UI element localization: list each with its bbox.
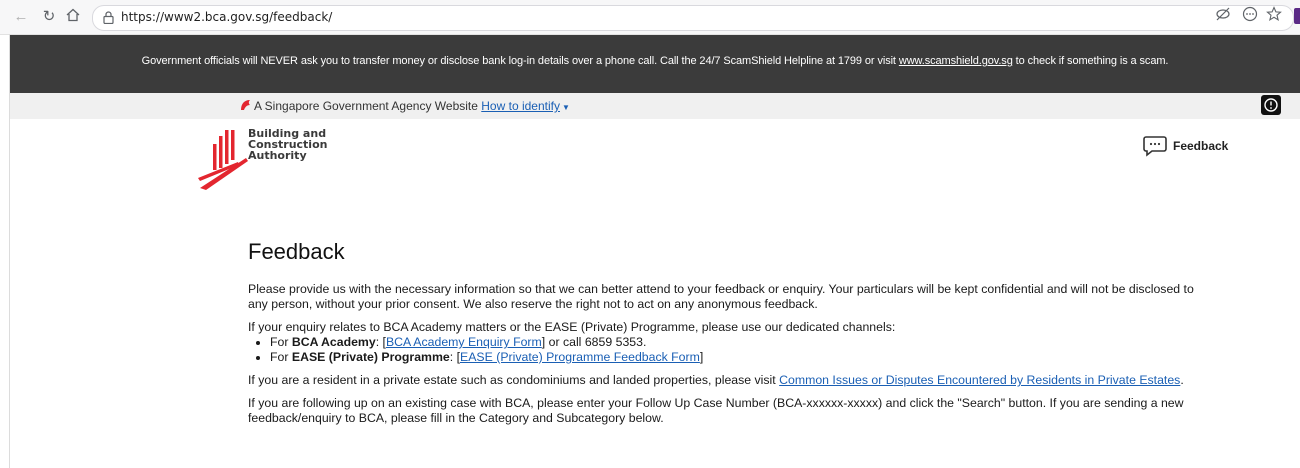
- scam-banner-text: Government officials will NEVER ask you …: [141, 55, 1169, 67]
- chat-bubble-icon: [1143, 136, 1167, 157]
- chevron-down-icon[interactable]: ▼: [562, 103, 570, 112]
- address-bar[interactable]: https://www2.bca.gov.sg/feedback/: [92, 5, 1294, 31]
- url-text[interactable]: https://www2.bca.gov.sg/feedback/: [121, 10, 332, 24]
- favorite-star-icon[interactable]: [1266, 6, 1282, 26]
- feedback-label: Feedback: [1173, 139, 1229, 153]
- info-icon: [1264, 98, 1278, 112]
- tracking-prevention-icon[interactable]: [1215, 6, 1231, 26]
- intro-paragraph: Please provide us with the necessary inf…: [248, 282, 1194, 311]
- scam-banner: Government officials will NEVER ask you …: [10, 35, 1300, 93]
- reload-icon[interactable]: ↻: [40, 8, 58, 26]
- feedback-header-link[interactable]: Feedback: [1143, 133, 1228, 159]
- bca-academy-enquiry-link[interactable]: BCA Academy Enquiry Form: [386, 335, 542, 349]
- gov-masthead: A Singapore Government Agency Website Ho…: [10, 93, 1300, 119]
- browser-toolbar: ← ↻ https://www2.bca.gov.sg/feedback/: [0, 0, 1300, 35]
- masthead-text: A Singapore Government Agency Website Ho…: [240, 99, 570, 113]
- list-item-academy: For BCA Academy: [BCA Academy Enquiry Fo…: [270, 335, 1208, 350]
- private-estates-link[interactable]: Common Issues or Disputes Encountered by…: [779, 373, 1180, 387]
- scamshield-link[interactable]: www.scamshield.gov.sg: [899, 55, 1013, 67]
- channels-list: For BCA Academy: [BCA Academy Enquiry Fo…: [248, 335, 1208, 365]
- profile-icon[interactable]: [1294, 8, 1300, 24]
- logo-text: Building and Construction Authority: [248, 127, 328, 162]
- channels-intro: If your enquiry relates to BCA Academy m…: [248, 320, 896, 334]
- page-title: Feedback: [248, 239, 345, 264]
- back-icon[interactable]: ←: [12, 8, 30, 26]
- lion-head-icon: [241, 100, 250, 110]
- list-item-ease: For EASE (Private) Programme: [EASE (Pri…: [270, 350, 1208, 365]
- how-to-identify-link[interactable]: How to identify: [481, 99, 560, 113]
- ease-feedback-link[interactable]: EASE (Private) Programme Feedback Form: [460, 350, 700, 364]
- followup-paragraph: If you are following up on an existing c…: [248, 396, 1184, 425]
- home-icon[interactable]: [64, 8, 82, 26]
- lock-icon[interactable]: [103, 11, 114, 29]
- main-content: Feedback Please provide us with the nece…: [248, 238, 1208, 434]
- info-button[interactable]: [1261, 95, 1281, 115]
- estate-paragraph: If you are a resident in a private estat…: [248, 373, 1184, 387]
- more-options-icon[interactable]: [1242, 6, 1258, 26]
